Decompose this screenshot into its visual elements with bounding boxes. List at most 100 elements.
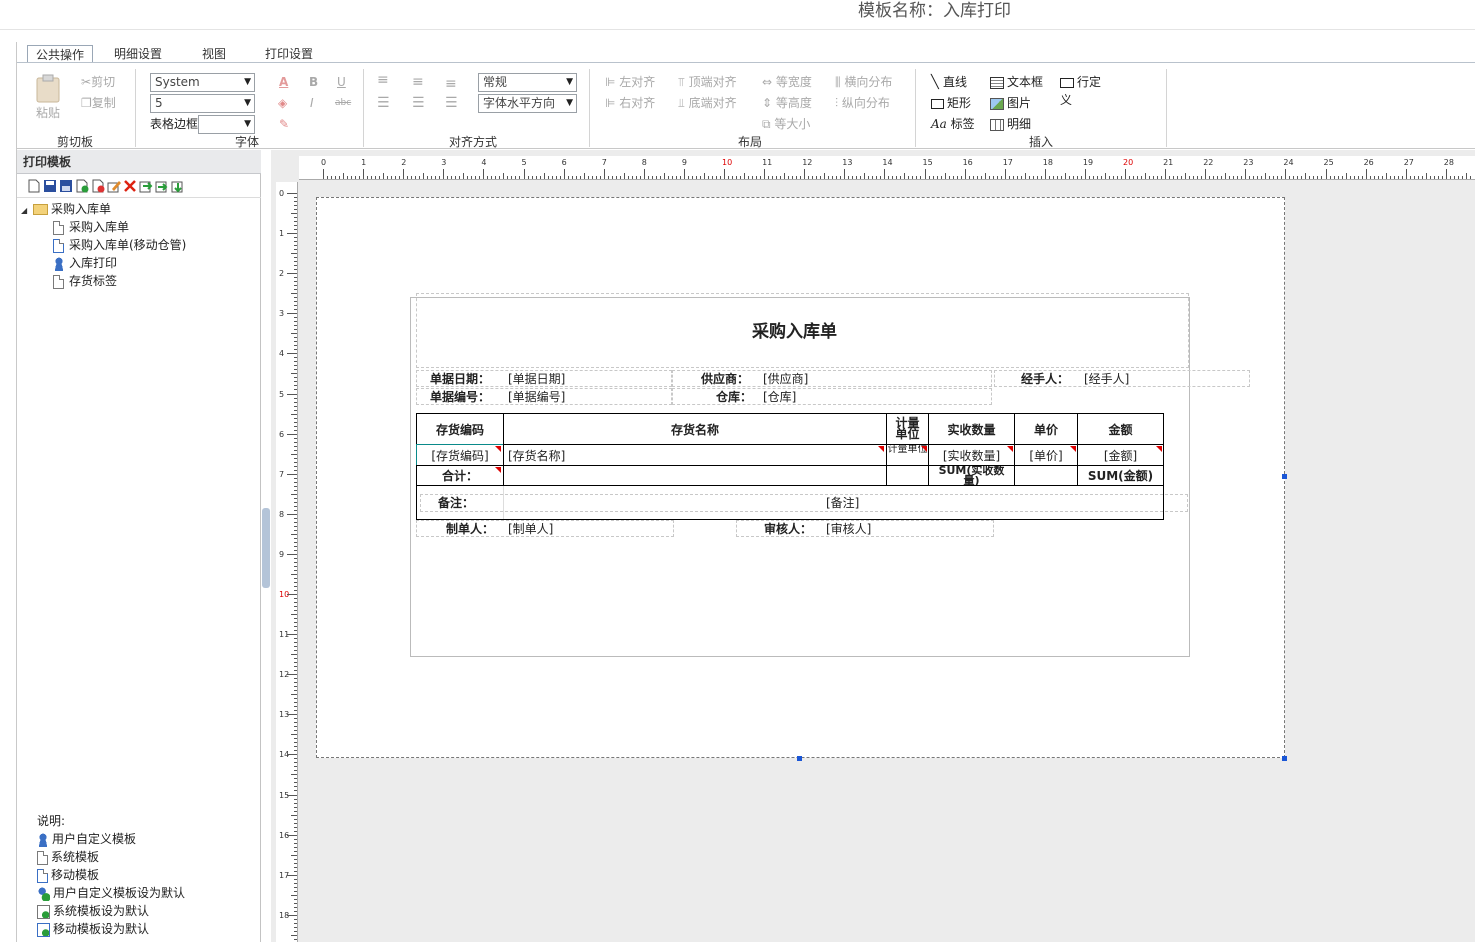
tree-item-receipt-print[interactable]: 入库打印 [53,254,118,272]
header-cell[interactable]: 金额 [1077,413,1164,445]
ruler-tick [1233,176,1235,179]
remove-default-icon[interactable] [91,179,105,193]
set-default-icon[interactable] [75,179,89,193]
insert-rect-button[interactable]: 矩形 [931,94,971,112]
pen-icon[interactable]: ✎ [279,115,289,133]
paste-button[interactable]: 粘贴 [31,73,65,122]
bold-icon[interactable]: B [309,73,318,91]
ruler-tick [411,176,413,179]
font-size-select[interactable]: 5 ▼ [150,94,255,113]
font-family-select[interactable]: System ▼ [150,73,255,92]
same-width-button[interactable]: ⇔ 等宽度 [762,73,812,91]
fill-color-icon[interactable]: ◈ [278,94,287,112]
horizontal-distribute-button[interactable]: ⫼ 横向分布 [835,73,892,91]
horizontal-direction-select[interactable]: 字体水平方向 ▼ [478,94,577,113]
handler-field[interactable]: [经手人] [1084,371,1129,387]
total-qty-cell[interactable]: SUM(实收数量) [928,465,1015,486]
save-as-icon[interactable] [59,179,73,193]
ruler-tick [527,176,529,179]
report-title[interactable]: 采购入库单 [752,322,837,342]
total-label[interactable]: 合计： [416,465,504,486]
supplier-label[interactable]: 供应商： [701,371,749,387]
insert-custom-button[interactable]: 行定义 [1060,73,1106,109]
import-icon[interactable] [139,179,153,193]
header-cell[interactable]: 计量单位 [886,413,929,445]
align-top-right-icon[interactable]: ≡ [445,75,457,93]
edit-icon[interactable] [107,179,121,193]
align-top-center-icon[interactable]: ≡ [412,73,424,91]
ruler-tick [287,553,297,555]
align-center-icon[interactable]: ☰ [412,94,425,112]
remark-field[interactable]: [备注] [826,495,859,511]
resize-handle[interactable] [797,756,802,761]
copy-button[interactable]: ❐复制 [81,94,116,112]
date-field[interactable]: [单据日期] [508,371,565,387]
auditor-label[interactable]: 审核人： [764,521,812,537]
ruler-tick [1125,169,1126,179]
total-amount-cell[interactable]: SUM(金额) [1077,465,1164,486]
maker-label[interactable]: 制单人： [446,521,494,537]
total-cell[interactable] [886,465,929,486]
tree-item-inventory-label[interactable]: 存货标签 [53,272,117,290]
header-cell[interactable]: 实收数量 [928,413,1015,445]
header-cell[interactable]: 单价 [1014,413,1078,445]
underline-icon[interactable]: U [337,73,346,91]
total-cell[interactable] [1014,465,1078,486]
text-style-select[interactable]: 常规 ▼ [478,73,577,92]
italic-icon[interactable]: I [310,94,314,112]
vertical-distribute-button[interactable]: ⫶ 纵向分布 [835,94,890,112]
handler-label[interactable]: 经手人： [1021,371,1069,387]
insert-textbox-button[interactable]: 文本框 [990,73,1043,91]
resize-handle[interactable] [1282,756,1287,761]
save-icon[interactable] [43,179,57,193]
remark-label[interactable]: 备注： [438,495,474,511]
resize-handle[interactable] [1282,474,1287,479]
tree-root[interactable]: ◢ 采购入库单 [21,200,111,220]
detail-cell[interactable]: [存货名称] [503,444,887,466]
align-bottom-button[interactable]: ⫫ 底端对齐 [678,94,737,112]
export-icon[interactable] [155,179,169,193]
same-size-button[interactable]: ⧉ 等大小 [762,115,810,133]
strikethrough-icon[interactable]: abc [335,94,351,112]
detail-cell[interactable]: [存货编码] [416,444,504,466]
align-left-button[interactable]: ⊫ 左对齐 [605,73,655,91]
supplier-field[interactable]: [供应商] [763,371,808,387]
header-cell[interactable]: 存货编码 [416,413,504,445]
align-top-left-icon[interactable]: ≡ [377,71,389,89]
doc-no-label[interactable]: 单据编号： [430,389,490,405]
insert-label-button[interactable]: Aa 标签 [931,115,975,133]
download-icon[interactable] [171,179,185,193]
panel-splitter[interactable] [262,508,270,588]
doc-no-field[interactable]: [单据编号] [508,389,565,405]
insert-image-button[interactable]: 图片 [990,94,1031,112]
ruler-tick [1028,176,1030,179]
delete-icon[interactable] [123,179,137,193]
auditor-field[interactable]: [审核人] [826,521,871,537]
detail-cell[interactable]: [实收数量] [928,444,1015,466]
cut-button[interactable]: ✂剪切 [81,73,115,91]
total-cell[interactable] [503,465,887,486]
align-left-icon[interactable]: ☰ [377,94,390,112]
font-color-icon[interactable]: A [279,73,288,91]
ruler-tick [972,176,974,179]
align-right-icon[interactable]: ☰ [445,94,458,112]
align-top-button[interactable]: ⫪ 顶端对齐 [678,73,737,91]
date-label[interactable]: 单据日期： [430,371,490,387]
collapse-arrow-icon[interactable]: ◢ [21,206,27,215]
header-cell[interactable]: 存货名称 [503,413,887,445]
align-right-button[interactable]: ⊫ 右对齐 [605,94,655,112]
maker-field[interactable]: [制单人] [508,521,553,537]
tree-item-purchase-receipt[interactable]: 采购入库单 [53,218,129,236]
tree-item-purchase-receipt-mobile[interactable]: 采购入库单(移动仓管) [53,236,186,254]
insert-detail-button[interactable]: 明细 [990,115,1031,133]
detail-cell[interactable]: [单价] [1014,444,1078,466]
warehouse-label[interactable]: 仓库： [716,389,752,405]
table-border-select[interactable]: ▼ [198,115,255,134]
warehouse-field[interactable]: [仓库] [763,389,796,405]
text-style-value: 常规 [483,75,508,89]
detail-cell[interactable]: [金额] [1077,444,1164,466]
new-file-icon[interactable] [27,179,41,193]
insert-line-button[interactable]: ╲ 直线 [931,73,967,92]
ruler-tick [836,176,838,179]
same-height-button[interactable]: ⇕ 等高度 [762,94,812,112]
